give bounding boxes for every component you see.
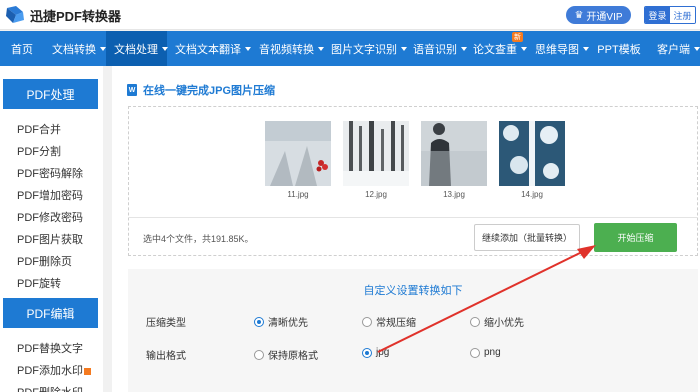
sidebar-item-pdf-remove-watermark[interactable]: PDF删除水印 (17, 384, 83, 392)
output-format-label: 输出格式 (146, 351, 186, 362)
radio-button[interactable] (470, 316, 480, 327)
radio-normal-compress[interactable]: 常规压缩 (362, 314, 416, 329)
sidebar: PDF处理 PDF合并 PDF分割 PDF密码解除 PDF增加密码 PDF修改密… (0, 66, 103, 392)
radio-format-png[interactable]: png (470, 347, 501, 358)
vip-label: 开通VIP (586, 11, 623, 23)
radio-shrink-first[interactable]: 缩小优先 (470, 314, 524, 329)
new-badge: 新 (512, 32, 523, 42)
hot-badge-icon (84, 367, 91, 375)
nav-item-ppt[interactable]: PPT模板 (589, 31, 649, 66)
settings-panel: 自定义设置转换如下 压缩类型 清晰优先 常规压缩 缩小优先 输出格式 保持原格式… (128, 269, 698, 392)
radio-button[interactable] (470, 347, 480, 358)
nav-item-client[interactable]: 客户端 (649, 31, 700, 66)
logo-icon (4, 4, 26, 26)
file-thumbnail[interactable] (499, 121, 565, 186)
chevron-down-icon (694, 46, 700, 51)
sidebar-group-pdf-edit[interactable]: PDF编辑 (3, 298, 98, 328)
sidebar-item-pdf-rotate[interactable]: PDF旋转 (17, 275, 61, 291)
auth-buttons: 登录 注册 (644, 6, 696, 24)
file-name: 13.jpg (443, 190, 465, 199)
sidebar-item-pdf-delete-pages[interactable]: PDF删除页 (17, 253, 72, 269)
radio-button[interactable] (254, 316, 264, 327)
sidebar-item-pdf-change-password[interactable]: PDF修改密码 (17, 209, 83, 225)
main-nav: 首页 文档转换 文档处理 文档文本翻译 音视频转换 图片文字识别 语音识别 论文… (0, 31, 700, 66)
file-name: 14.jpg (521, 190, 543, 199)
crown-icon: ♛ (574, 9, 584, 21)
sidebar-item-pdf-extract-images[interactable]: PDF图片获取 (17, 231, 83, 247)
sidebar-item-pdf-split[interactable]: PDF分割 (17, 143, 61, 159)
file-thumbnail[interactable] (265, 121, 331, 186)
nav-item-speech[interactable]: 语音识别 (405, 31, 467, 66)
nav-item-doc-convert[interactable]: 文档转换 (44, 31, 106, 66)
sidebar-item-pdf-replace-text[interactable]: PDF替换文字 (17, 340, 83, 356)
sidebar-item-pdf-merge[interactable]: PDF合并 (17, 121, 61, 137)
file-name: 11.jpg (287, 190, 309, 199)
document-icon: W (127, 84, 137, 96)
nav-item-plagiarism[interactable]: 论文查重新 (465, 31, 527, 66)
file-thumbnail[interactable] (343, 121, 409, 186)
radio-format-jpg[interactable]: jpg (362, 347, 389, 358)
sidebar-item-pdf-unlock[interactable]: PDF密码解除 (17, 165, 83, 181)
file-thumbnail[interactable] (421, 121, 487, 186)
file-name: 12.jpg (365, 190, 387, 199)
sidebar-item-pdf-add-password[interactable]: PDF增加密码 (17, 187, 83, 203)
upload-footer: 选中4个文件，共191.85K。 继续添加（批量转换） 开始压缩 (129, 217, 697, 255)
radio-clarity-first[interactable]: 清晰优先 (254, 314, 308, 329)
top-bar: 迅捷PDF转换器 ♛ 开通VIP 登录 注册 (0, 0, 700, 30)
compression-type-label: 压缩类型 (146, 318, 186, 329)
app-name: 迅捷PDF转换器 (30, 8, 122, 24)
nav-item-ocr[interactable]: 图片文字识别 (323, 31, 407, 66)
radio-button[interactable] (362, 347, 372, 358)
main-panel: W 在线一键完成JPG图片压缩 11.jpg 12.jpg 13.jpg 14.… (112, 66, 700, 392)
nav-item-av-convert[interactable]: 音视频转换 (251, 31, 324, 66)
upload-area[interactable]: 11.jpg 12.jpg 13.jpg 14.jpg 选中4个文件，共191.… (128, 106, 698, 256)
login-button[interactable]: 登录 (645, 7, 670, 23)
sidebar-item-pdf-add-watermark[interactable]: PDF添加水印 (17, 362, 91, 378)
start-compress-button[interactable]: 开始压缩 (594, 223, 677, 252)
radio-button[interactable] (362, 316, 372, 327)
radio-keep-format[interactable]: 保持原格式 (254, 347, 318, 362)
radio-button[interactable] (254, 349, 264, 360)
sidebar-group-pdf-process[interactable]: PDF处理 (3, 79, 98, 109)
settings-title: 自定义设置转换如下 (363, 285, 463, 297)
vip-button[interactable]: ♛ 开通VIP (566, 6, 631, 24)
section-title: W 在线一键完成JPG图片压缩 (127, 84, 276, 97)
continue-add-button[interactable]: 继续添加（批量转换） (474, 224, 580, 251)
register-button[interactable]: 注册 (670, 7, 695, 23)
nav-item-mindmap[interactable]: 思维导图 (527, 31, 589, 66)
nav-item-doc-process[interactable]: 文档处理 (106, 31, 168, 66)
app-logo[interactable]: 迅捷PDF转换器 (4, 4, 121, 26)
nav-item-home[interactable]: 首页 (0, 31, 44, 66)
file-summary: 选中4个文件，共191.85K。 (143, 234, 254, 244)
nav-item-translate[interactable]: 文档文本翻译 (167, 31, 251, 66)
